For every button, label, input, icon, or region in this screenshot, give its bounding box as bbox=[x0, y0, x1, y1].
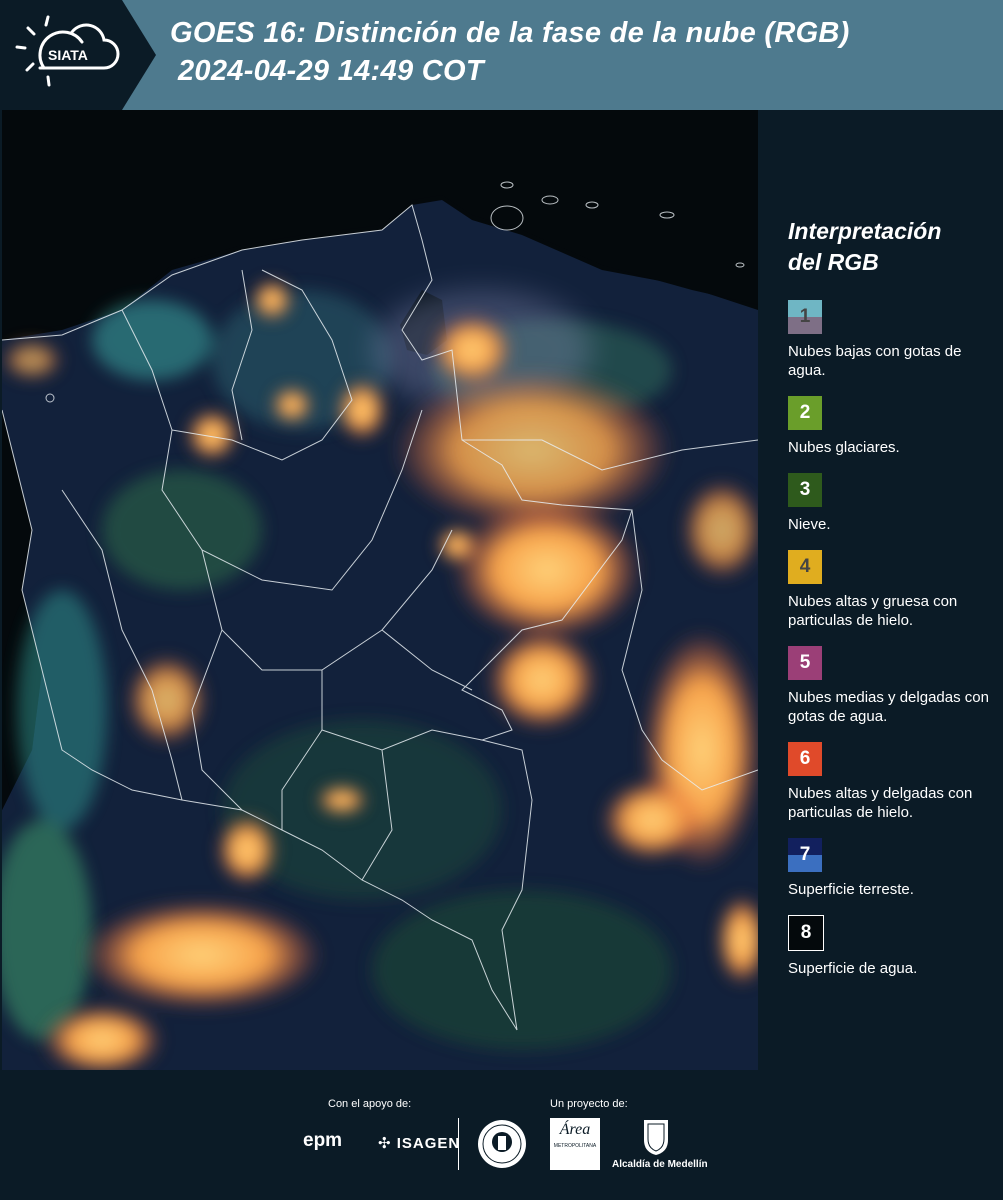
legend-label: Nubes bajas con gotas de agua. bbox=[788, 343, 962, 379]
area-logo-text: Área bbox=[559, 1121, 591, 1138]
legend-label: Superficie terreste. bbox=[788, 881, 914, 898]
legend-swatch: 2 bbox=[788, 396, 822, 430]
legend-item: 4 Nubes altas y gruesa con particulas de … bbox=[788, 550, 993, 630]
legend-label: Superficie de agua. bbox=[788, 960, 918, 977]
siata-logo: SIATA bbox=[0, 0, 156, 110]
legend-item: 8 Superficie de agua. bbox=[788, 915, 993, 978]
title-line-1: GOES 16: Distinción de la fase de la nub… bbox=[170, 17, 850, 49]
legend-item: 2 Nubes glaciares. bbox=[788, 396, 993, 457]
legend-title-line-1: Interpretación bbox=[788, 218, 942, 244]
legend-number: 1 bbox=[799, 306, 811, 327]
legend-number: 6 bbox=[799, 748, 811, 769]
legend-number: 3 bbox=[799, 479, 811, 500]
legend-item: 7 Superficie terreste. bbox=[788, 838, 993, 899]
area-metropolitana-logo: Área METROPOLITANA bbox=[550, 1118, 600, 1170]
legend-panel: Interpretación del RGB 1 Nubes bajas con … bbox=[788, 216, 993, 994]
legend-item: 5 Nubes medias y delgadas con gotas de ag… bbox=[788, 646, 993, 726]
project-label: Un proyecto de: bbox=[550, 1098, 628, 1110]
legend-swatch: 1 bbox=[788, 300, 822, 334]
legend-number: 7 bbox=[799, 844, 811, 865]
legend-label: Nubes medias y delgadas con gotas de agu… bbox=[788, 689, 989, 725]
footer-divider bbox=[458, 1118, 459, 1170]
isagen-logo: ✣ ISAGEN bbox=[378, 1134, 460, 1152]
alcaldia-shield-icon bbox=[644, 1120, 668, 1155]
legend-title: Interpretación del RGB bbox=[788, 216, 993, 278]
legend-swatch: 8 bbox=[788, 915, 824, 951]
alcaldia-label: Alcaldía de Medellín bbox=[612, 1159, 708, 1170]
legend-label: Nubes altas y gruesa con particulas de h… bbox=[788, 593, 958, 629]
page-title: GOES 16: Distinción de la fase de la nub… bbox=[170, 14, 850, 90]
seal-icon bbox=[478, 1120, 526, 1168]
footer: Con el apoyo de: Un proyecto de: epm ✣ I… bbox=[0, 1070, 1003, 1200]
support-label: Con el apoyo de: bbox=[328, 1098, 412, 1110]
isagen-star-icon: ✣ bbox=[378, 1135, 392, 1152]
legend-label: Nubes altas y delgadas con particulas de… bbox=[788, 785, 973, 821]
area-logo-sub: METROPOLITANA bbox=[553, 1143, 597, 1149]
legend-swatch: 6 bbox=[788, 742, 822, 776]
legend-items: 1 Nubes bajas con gotas de agua. 2 Nubes gl… bbox=[788, 300, 993, 978]
epm-logo: epm bbox=[303, 1130, 343, 1151]
legend-swatch: 3 bbox=[788, 473, 822, 507]
legend-title-line-2: del RGB bbox=[788, 249, 879, 275]
satellite-map bbox=[2, 110, 758, 1070]
legend-swatch: 5 bbox=[788, 646, 822, 680]
legend-number: 5 bbox=[799, 652, 811, 673]
legend-number: 2 bbox=[799, 402, 811, 423]
legend-swatch: 4 bbox=[788, 550, 822, 584]
logo-text: SIATA bbox=[48, 47, 88, 63]
legend-label: Nieve. bbox=[788, 516, 831, 533]
legend-label: Nubes glaciares. bbox=[788, 439, 900, 456]
legend-number: 4 bbox=[799, 556, 811, 577]
legend-item: 3 Nieve. bbox=[788, 473, 993, 534]
title-line-2: 2024-04-29 14:49 COT bbox=[178, 55, 484, 87]
isagen-label: ISAGEN bbox=[396, 1135, 461, 1152]
legend-item: 1 Nubes bajas con gotas de agua. bbox=[788, 300, 993, 380]
legend-swatch: 7 bbox=[788, 838, 822, 872]
legend-number: 8 bbox=[800, 922, 812, 943]
header-bar: SIATA GOES 16: Distinción de la fase de … bbox=[0, 0, 1003, 110]
legend-item: 6 Nubes altas y delgadas con particulas d… bbox=[788, 742, 993, 822]
